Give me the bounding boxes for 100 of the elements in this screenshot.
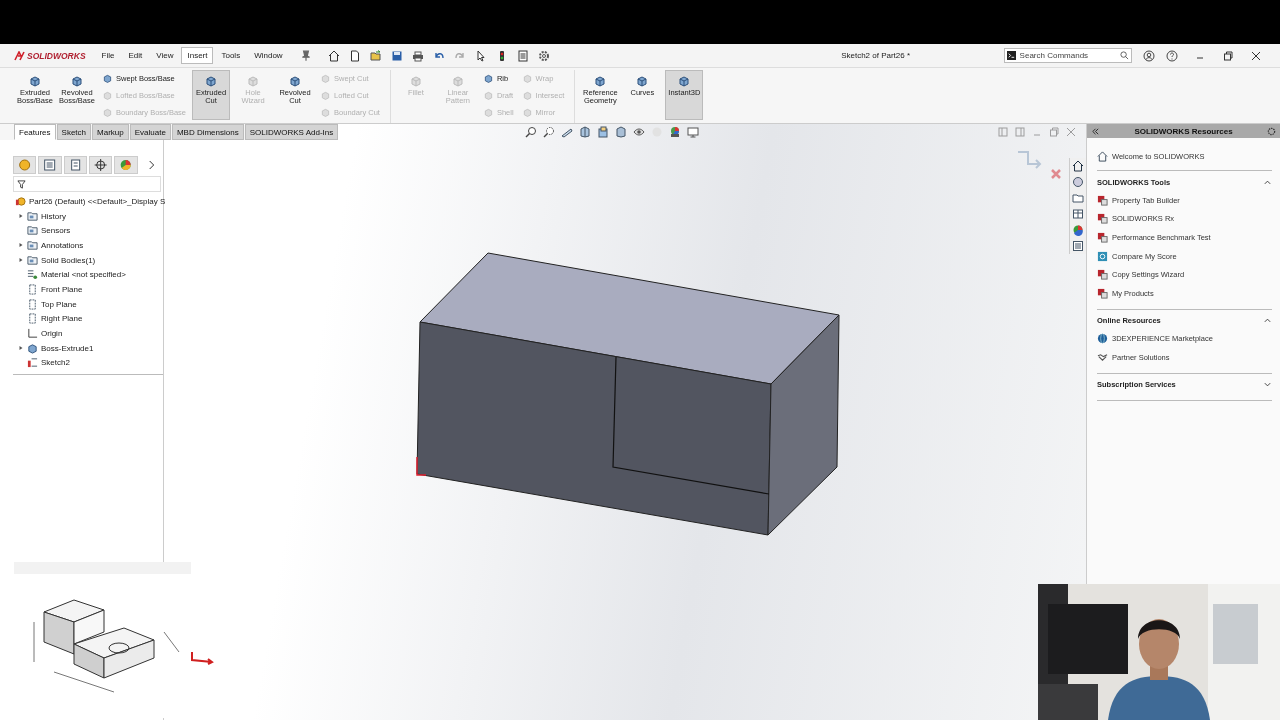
zoom-area-icon[interactable] <box>543 126 556 138</box>
cube-icon <box>102 90 113 101</box>
tile-right-icon[interactable] <box>1014 126 1026 138</box>
part-icon <box>15 195 26 207</box>
new-document-icon[interactable] <box>348 49 361 62</box>
cursor-icon[interactable] <box>474 49 487 62</box>
settings-icon[interactable] <box>537 49 550 62</box>
tree-item[interactable]: Front Plane <box>41 284 83 294</box>
pin-icon[interactable] <box>299 49 312 62</box>
menu-item[interactable]: Window <box>248 47 289 64</box>
command-tab[interactable]: Sketch <box>56 124 92 140</box>
tool-icon <box>1097 232 1108 243</box>
expand-arrow-icon[interactable] <box>17 345 24 352</box>
cube-icon <box>482 107 494 118</box>
command-tab[interactable]: Evaluate <box>129 124 171 140</box>
cube-icon <box>320 90 332 101</box>
feature-manager-tab[interactable] <box>13 156 37 174</box>
scene-icon[interactable] <box>669 126 682 138</box>
material-icon <box>27 269 38 281</box>
panel-title: SOLIDWORKS Resources <box>1133 126 1234 136</box>
view-palette-icon[interactable] <box>1072 208 1084 220</box>
command-tab[interactable]: MBD Dimensions <box>171 124 244 140</box>
appearance-tab[interactable] <box>114 156 138 174</box>
view-orientation-icon[interactable] <box>597 126 610 138</box>
origin-marker-icon <box>416 456 427 476</box>
tree-item[interactable]: Sketch2 <box>41 358 70 368</box>
terminal-icon <box>1006 51 1016 60</box>
save-icon[interactable] <box>390 49 403 62</box>
home-tab-icon[interactable] <box>1072 160 1084 172</box>
plane-icon <box>27 313 38 325</box>
cube-icon <box>521 73 533 84</box>
cube-icon <box>593 74 608 88</box>
search-field[interactable]: Search Commands <box>1003 48 1132 63</box>
tree-item[interactable]: Top Plane <box>41 299 77 309</box>
configuration-tab[interactable] <box>63 156 87 174</box>
tree-item[interactable]: Boss-Extrude1 <box>41 343 94 353</box>
user-icon[interactable] <box>1142 49 1155 62</box>
display-style-icon[interactable] <box>615 126 628 138</box>
expand-arrow-icon[interactable] <box>17 257 24 264</box>
folder-icon <box>27 254 38 266</box>
extrude-icon <box>27 342 38 354</box>
cube-icon <box>408 74 423 88</box>
monitor-icon[interactable] <box>687 126 700 138</box>
menu-item[interactable]: View <box>150 47 180 64</box>
cube-icon <box>482 73 494 84</box>
filter-field[interactable] <box>13 176 161 192</box>
cube-icon <box>521 107 533 118</box>
open-folder-icon[interactable] <box>369 49 382 62</box>
tree-item[interactable]: Origin <box>41 329 63 339</box>
settings-icon[interactable] <box>1267 126 1276 136</box>
double-chevron-icon[interactable] <box>1091 126 1100 136</box>
cube-icon <box>482 90 494 101</box>
menu-item[interactable]: Insert <box>181 47 214 64</box>
close-icon[interactable] <box>1249 49 1262 62</box>
tool-icon <box>1097 287 1108 299</box>
home-icon[interactable] <box>327 49 340 62</box>
tree-item[interactable]: Annotations <box>41 240 84 250</box>
tile-left-icon[interactable] <box>997 126 1009 138</box>
cube-icon <box>320 73 332 84</box>
crosshair-icon[interactable] <box>89 156 113 174</box>
cube-icon <box>102 73 113 84</box>
tree-item[interactable]: Material <not specified> <box>41 270 126 280</box>
cube-icon <box>204 74 219 88</box>
print-icon[interactable] <box>411 49 424 62</box>
zoom-icon[interactable] <box>525 126 538 138</box>
menu-item[interactable]: Edit <box>122 47 149 64</box>
appearances-icon[interactable] <box>1072 224 1084 236</box>
tree-item[interactable]: Sensors <box>41 226 71 236</box>
cube-icon <box>450 74 465 88</box>
restore-icon[interactable] <box>1221 49 1234 62</box>
tree-item[interactable]: Right Plane <box>41 314 83 324</box>
design-library-icon[interactable] <box>1072 176 1084 188</box>
help-icon[interactable] <box>1165 49 1178 62</box>
tree-item[interactable]: Part26 (Default) <<Default>_Display S <box>29 196 166 206</box>
cube-icon <box>28 74 42 88</box>
property-manager-tab[interactable] <box>38 156 62 174</box>
command-tab[interactable]: Features <box>14 124 56 140</box>
app-logo[interactable]: SOLIDWORKS <box>14 50 86 61</box>
expand-arrow-icon[interactable] <box>17 213 24 220</box>
tool-icon <box>1097 213 1108 225</box>
command-tab[interactable]: SOLIDWORKS Add-Ins <box>244 124 339 140</box>
plane-icon <box>27 298 38 310</box>
plane-icon <box>27 283 38 295</box>
menu-item[interactable]: File <box>95 47 121 64</box>
expand-arrow-icon[interactable] <box>17 242 24 249</box>
eye-icon[interactable] <box>633 126 646 138</box>
folder-icon <box>27 225 38 237</box>
file-explorer-icon[interactable] <box>1072 192 1084 204</box>
command-tab[interactable]: Markup <box>92 124 129 140</box>
sketch-icon <box>27 357 38 369</box>
search-icon[interactable] <box>1119 51 1129 60</box>
menu-item[interactable]: Tools <box>215 47 247 64</box>
tool-icon <box>1097 194 1108 206</box>
section-view-icon[interactable] <box>579 126 592 138</box>
tree-item[interactable]: History <box>41 211 66 221</box>
folder-icon <box>27 239 38 251</box>
custom-properties-icon[interactable] <box>1072 240 1084 252</box>
tree-item[interactable]: Solid Bodies(1) <box>41 255 96 265</box>
cube-icon <box>102 107 113 118</box>
list-icon[interactable] <box>516 49 529 62</box>
